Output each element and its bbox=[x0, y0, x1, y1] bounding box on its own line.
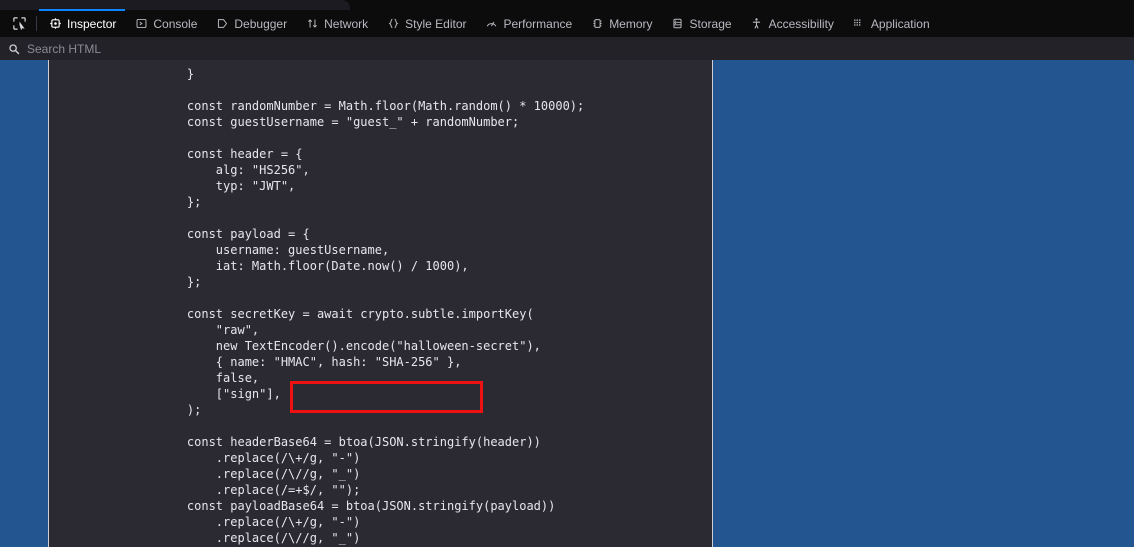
tab-storage[interactable]: Storage bbox=[662, 10, 741, 37]
code-line: .replace(/\//g, "_") bbox=[158, 467, 361, 481]
code-line: } bbox=[158, 67, 195, 81]
code-line: typ: "JWT", bbox=[158, 179, 296, 193]
tab-accessibility-label: Accessibility bbox=[768, 16, 834, 31]
code-line: const guestUsername = "guest_" + randomN… bbox=[158, 115, 520, 129]
application-icon bbox=[852, 17, 866, 31]
code-line: }; bbox=[158, 275, 202, 289]
tab-accessibility[interactable]: Accessibility bbox=[741, 10, 843, 37]
code-line: "raw", bbox=[158, 323, 260, 337]
code-line: iat: Math.floor(Date.now() / 1000), bbox=[158, 259, 469, 273]
tab-console-label: Console bbox=[153, 16, 198, 31]
code-line: { name: "HMAC", hash: "SHA-256" }, bbox=[158, 355, 462, 369]
code-line: .replace(/\+/g, "-") bbox=[158, 451, 361, 465]
tab-storage-label: Storage bbox=[689, 16, 732, 31]
code-line: }; bbox=[158, 195, 202, 209]
code-line: const secretKey = await crypto.subtle.im… bbox=[158, 307, 534, 321]
tab-inspector-label: Inspector bbox=[67, 16, 117, 31]
code-line: const randomNumber = Math.floor(Math.ran… bbox=[158, 99, 585, 113]
tab-debugger[interactable]: Debugger bbox=[206, 10, 296, 37]
tab-performance-label: Performance bbox=[503, 16, 573, 31]
toolbar-divider bbox=[36, 16, 37, 31]
network-icon bbox=[305, 17, 319, 31]
tab-style-editor[interactable]: Style Editor bbox=[377, 10, 475, 37]
devtools-toolbar: Inspector Console Debugger Network Style… bbox=[0, 9, 1134, 38]
accessibility-icon bbox=[750, 17, 764, 31]
code-line: const payloadBase64 = btoa(JSON.stringif… bbox=[158, 499, 556, 513]
style-editor-icon bbox=[386, 17, 400, 31]
tab-network[interactable]: Network bbox=[296, 10, 377, 37]
tab-memory-label: Memory bbox=[609, 16, 653, 31]
browser-window: Inspector Console Debugger Network Style… bbox=[0, 0, 1134, 547]
code-line: false, bbox=[158, 371, 260, 385]
code-line: username: guestUsername, bbox=[158, 243, 390, 257]
code-line: const headerBase64 = btoa(JSON.stringify… bbox=[158, 435, 541, 449]
code-line: const payload = { bbox=[158, 227, 310, 241]
tab-console[interactable]: Console bbox=[125, 10, 206, 37]
inspector-icon bbox=[48, 17, 62, 31]
tab-style-editor-label: Style Editor bbox=[405, 16, 467, 31]
tab-application[interactable]: Application bbox=[843, 10, 939, 37]
code-line: ); bbox=[158, 403, 202, 417]
tab-inspector[interactable]: Inspector bbox=[39, 9, 126, 37]
browser-tab-strip bbox=[0, 0, 1134, 10]
search-input[interactable]: Search HTML bbox=[27, 42, 101, 56]
console-icon bbox=[134, 17, 148, 31]
memory-icon bbox=[590, 17, 604, 31]
code-line: .replace(/=+$/, ""); bbox=[158, 483, 361, 497]
code-line: .replace(/\//g, "_") bbox=[158, 531, 361, 545]
source-code-panel[interactable]: } const randomNumber = Math.floor(Math.r… bbox=[48, 60, 713, 547]
tab-performance[interactable]: Performance bbox=[475, 10, 581, 37]
performance-icon bbox=[484, 17, 498, 31]
storage-icon bbox=[671, 17, 685, 31]
code-line: .replace(/\+/g, "-") bbox=[158, 515, 361, 529]
code-line: new TextEncoder().encode("halloween-secr… bbox=[158, 339, 541, 353]
code-line: const header = { bbox=[158, 147, 303, 161]
page-viewport: } const randomNumber = Math.floor(Math.r… bbox=[0, 60, 1134, 547]
source-code-block: } const randomNumber = Math.floor(Math.r… bbox=[158, 66, 584, 547]
search-html-bar[interactable]: Search HTML bbox=[0, 37, 1134, 61]
devtools-tab-list: Inspector Console Debugger Network Style… bbox=[39, 9, 939, 37]
tab-memory[interactable]: Memory bbox=[581, 10, 661, 37]
element-picker-icon[interactable] bbox=[4, 10, 34, 37]
browser-tab-curve bbox=[200, 0, 350, 10]
tab-network-label: Network bbox=[324, 16, 369, 31]
search-icon bbox=[8, 43, 20, 55]
tab-application-label: Application bbox=[870, 16, 930, 31]
tab-debugger-label: Debugger bbox=[234, 16, 288, 31]
code-line: ["sign"], bbox=[158, 387, 281, 401]
code-line: alg: "HS256", bbox=[158, 163, 310, 177]
debugger-icon bbox=[215, 17, 229, 31]
